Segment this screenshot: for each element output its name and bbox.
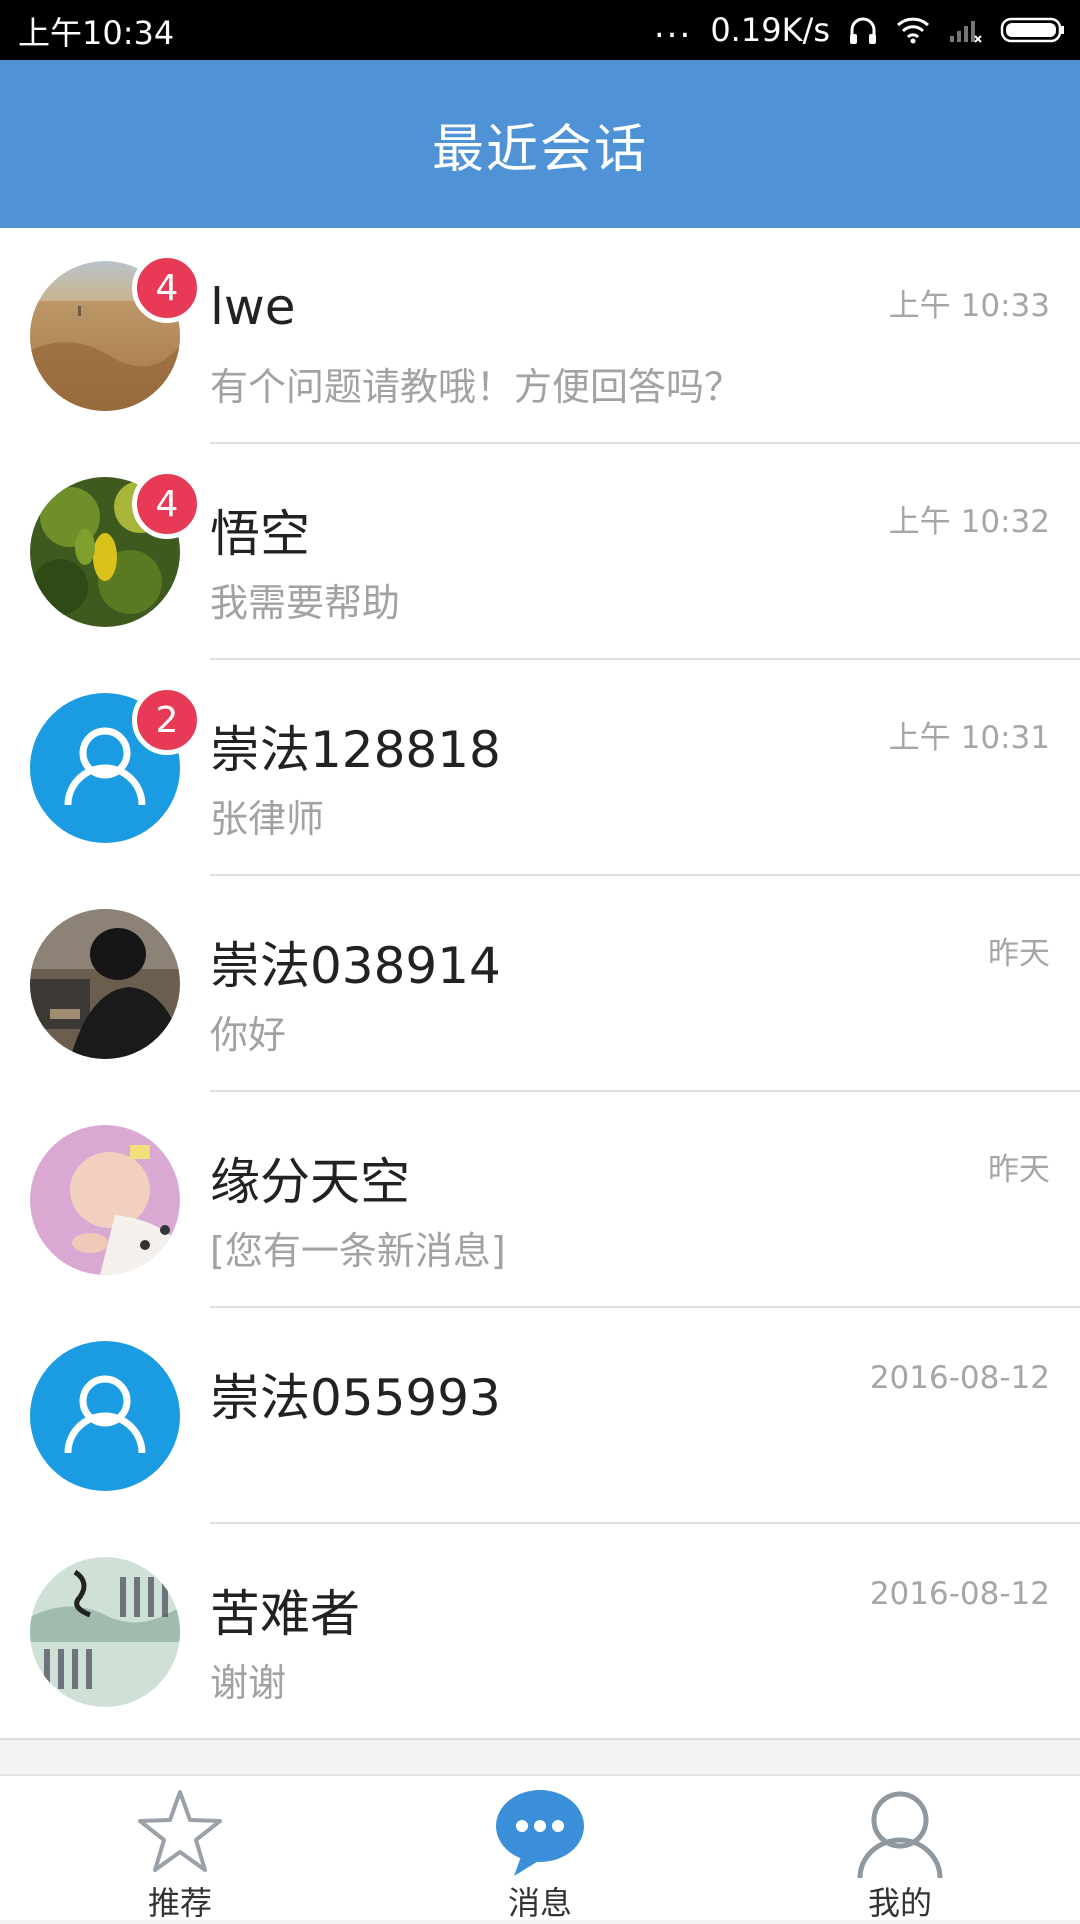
conversation-list: 4 lwe 上午 10:33 有个问题请教哦！方便回答吗？ 4 悟空 上午 10… <box>0 228 1080 1740</box>
conversation-item[interactable]: 苦难者 2016-08-12 谢谢 <box>0 1524 1080 1740</box>
nav-tab-mine[interactable]: 我的 <box>720 1776 1080 1922</box>
conversation-item[interactable]: 崇法038914 昨天 你好 <box>0 876 1080 1092</box>
app-header: 最近会话 <box>0 60 1080 228</box>
conversation-item[interactable]: 4 lwe 上午 10:33 有个问题请教哦！方便回答吗？ <box>0 228 1080 444</box>
nav-label: 推荐 <box>147 1884 212 1922</box>
network-speed: 0.19K/s <box>710 11 830 49</box>
conversation-item[interactable]: 4 悟空 上午 10:32 我需要帮助 <box>0 444 1080 660</box>
message-preview: 张律师 <box>210 797 325 841</box>
conversation-item[interactable]: 2 崇法128818 上午 10:31 张律师 <box>0 660 1080 876</box>
message-preview: 我需要帮助 <box>210 581 401 625</box>
status-dots: ... <box>653 6 693 46</box>
wifi-icon <box>896 16 930 44</box>
unread-badge: 4 <box>132 469 202 539</box>
message-time: 2016-08-12 <box>869 1360 1050 1396</box>
avatar <box>30 1125 180 1275</box>
unread-badge: 4 <box>132 253 202 323</box>
contact-name: 缘分天空 <box>210 1153 410 1211</box>
contact-name: 崇法128818 <box>210 721 501 779</box>
contact-name: 苦难者 <box>210 1585 360 1643</box>
message-time: 上午 10:31 <box>888 720 1050 756</box>
message-preview: 谢谢 <box>210 1661 287 1705</box>
contact-name: 崇法038914 <box>210 937 501 995</box>
signal-icon <box>948 16 982 44</box>
avatar <box>30 909 180 1059</box>
nav-tab-recommend[interactable]: 推荐 <box>0 1776 360 1922</box>
message-time: 2016-08-12 <box>869 1576 1050 1612</box>
page-title: 最近会话 <box>431 119 648 180</box>
bottom-navigation: 推荐 消息 我的 <box>0 1774 1080 1922</box>
chat-bubble-icon <box>492 1784 588 1884</box>
divider <box>0 1738 1080 1740</box>
status-bar: 上午10:34 ... 0.19K/s <box>0 0 1080 60</box>
nav-tab-messages[interactable]: 消息 <box>360 1776 720 1922</box>
message-preview: 你好 <box>210 1013 287 1057</box>
message-preview: [您有一条新消息] <box>210 1229 506 1273</box>
avatar <box>30 1557 180 1707</box>
default-avatar <box>30 1341 180 1491</box>
message-time: 上午 10:32 <box>888 504 1050 540</box>
conversation-item[interactable]: 缘分天空 昨天 [您有一条新消息] <box>0 1092 1080 1308</box>
headphones-icon <box>848 14 878 46</box>
nav-label: 消息 <box>507 1884 572 1922</box>
message-preview: 有个问题请教哦！方便回答吗？ <box>210 365 743 409</box>
status-icons: ... 0.19K/s <box>654 0 1066 60</box>
message-time: 上午 10:33 <box>888 288 1050 324</box>
nav-label: 我的 <box>867 1884 932 1922</box>
contact-name: lwe <box>210 278 296 336</box>
contact-name: 悟空 <box>210 505 310 563</box>
contact-name: 崇法055993 <box>210 1369 501 1427</box>
conversation-item[interactable]: 崇法055993 2016-08-12 <box>0 1308 1080 1524</box>
person-icon <box>852 1784 948 1884</box>
unread-badge: 2 <box>132 685 202 755</box>
battery-icon <box>1000 16 1066 44</box>
message-time: 昨天 <box>988 1152 1050 1188</box>
status-time: 上午10:34 <box>18 14 175 52</box>
star-icon <box>132 1784 228 1884</box>
message-time: 昨天 <box>988 936 1050 972</box>
